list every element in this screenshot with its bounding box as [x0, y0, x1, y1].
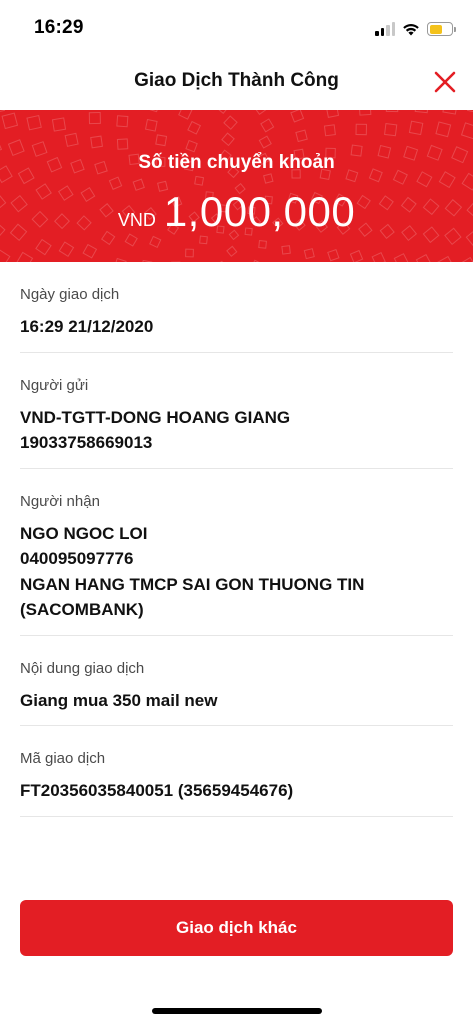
detail-row-recipient: Người nhận NGO NGOC LOI 040095097776 NGA… — [20, 469, 453, 636]
banner-pattern-tile — [187, 120, 202, 135]
banner-pattern-tile — [144, 118, 158, 132]
banner-pattern-tile — [51, 117, 67, 132]
banner-pattern-tile — [253, 110, 269, 116]
close-icon — [434, 71, 456, 93]
banner-pattern-tile — [414, 110, 429, 114]
transfer-amount: VND 1,000,000 — [0, 188, 473, 236]
transaction-id-value: FT20356035840051 (35659454676) — [20, 781, 294, 800]
detail-row-sender: Người gửi VND-TGTT-DONG HOANG GIANG 1903… — [20, 353, 453, 469]
banner-pattern-tile — [26, 114, 42, 131]
banner-pattern-tile — [384, 123, 398, 137]
banner-pattern — [0, 110, 473, 262]
banner-pattern-tile — [223, 115, 238, 130]
banner-pattern-tile — [358, 110, 372, 116]
recipient-name-value: NGO NGOC LOI — [20, 523, 148, 543]
close-button[interactable] — [429, 66, 461, 98]
banner-pattern-tile — [349, 249, 364, 262]
banner-pattern-tile — [0, 110, 6, 114]
banner-pattern-tile — [185, 248, 194, 258]
banner-pattern-tile — [258, 135, 272, 149]
other-transaction-button[interactable]: Giao dịch khác — [20, 900, 453, 956]
banner-pattern-tile — [116, 115, 129, 128]
banner-pattern-tile — [459, 256, 473, 262]
banner-pattern-tile — [88, 111, 101, 125]
wifi-icon — [403, 24, 419, 36]
detail-label: Người nhận — [20, 492, 100, 510]
banner-pattern-tile — [90, 135, 103, 149]
banner-pattern-tile — [415, 253, 432, 262]
banner-pattern-tile — [82, 243, 98, 259]
banner-pattern-tile — [295, 129, 308, 143]
banner-pattern-tile — [149, 235, 162, 249]
banner-pattern-tile — [1, 112, 19, 130]
banner-pattern-tile — [393, 253, 409, 262]
banner-pattern-tile — [327, 248, 340, 262]
status-time: 16:29 — [34, 17, 84, 38]
banner-pattern-tile — [260, 118, 275, 133]
banner-pattern-tile — [178, 110, 193, 120]
banner-pattern-tile — [0, 249, 11, 262]
sender-account-value: 19033758669013 — [20, 433, 153, 452]
banner-pattern-tile — [325, 110, 340, 118]
transaction-success-screen: 16:29 Giao Dịch Thành Công Số tiền chuyể… — [0, 0, 473, 1024]
banner-pattern-tile — [35, 238, 52, 256]
transaction-details: Ngày giao dịch 16:29 21/12/2020 Người gử… — [20, 262, 453, 817]
banner-pattern-tile — [385, 110, 399, 113]
banner-pattern-tile — [371, 252, 386, 262]
banner-pattern-tile — [435, 121, 452, 138]
banner-pattern-tile — [303, 248, 315, 260]
sender-name-value: VND-TGTT-DONG HOANG GIANG — [20, 407, 291, 427]
home-indicator — [152, 1008, 322, 1014]
banner-pattern-tile — [146, 110, 161, 113]
banner-pattern-tile — [258, 240, 267, 249]
amount-banner: Số tiền chuyển khoản VND 1,000,000 — [0, 110, 473, 262]
banner-pattern-tile — [355, 123, 368, 136]
currency-label: VND — [117, 210, 156, 230]
banner-pattern-tile — [466, 110, 473, 114]
signal-icon — [375, 22, 395, 36]
banner-pattern-tile — [214, 110, 231, 115]
banner-pattern-tile — [155, 134, 168, 147]
recipient-account-value: 040095097776 — [20, 549, 134, 568]
transaction-content-value: Giang mua 350 mail new — [20, 690, 218, 710]
banner-pattern-tile — [16, 251, 34, 262]
transaction-date-value: 16:29 21/12/2020 — [20, 317, 154, 336]
banner-pattern-tile — [460, 122, 473, 140]
banner-pattern-tile — [263, 173, 274, 184]
banner-pattern-tile — [226, 245, 238, 257]
banner-pattern-tile — [221, 132, 235, 147]
detail-label: Người gửi — [20, 376, 89, 394]
banner-pattern-tile — [185, 139, 198, 153]
detail-row-date: Ngày giao dịch 16:29 21/12/2020 — [20, 262, 453, 353]
banner-pattern-tile — [58, 241, 75, 257]
header: Giao Dịch Thành Công — [0, 56, 473, 108]
banner-pattern-tile — [281, 245, 291, 255]
detail-row-content: Nội dung giao dịch Giang mua 350 mail ne… — [20, 636, 453, 726]
detail-label: Mã giao dịch — [20, 750, 106, 767]
banner-pattern-tile — [323, 124, 336, 137]
status-bar: 16:29 — [0, 0, 473, 56]
detail-row-transaction-id: Mã giao dịch FT20356035840051 (356594546… — [20, 726, 453, 817]
banner-pattern-tile — [199, 235, 208, 245]
banner-pattern-tile — [64, 132, 79, 147]
recipient-bank-value: NGAN HANG TMCP SAI GON THUONG TIN (SACOM… — [20, 574, 365, 620]
banner-pattern-tile — [194, 175, 205, 186]
banner-pattern-tile — [116, 138, 129, 150]
detail-label: Ngày giao dịch — [20, 286, 120, 303]
banner-pattern-tile — [416, 171, 433, 188]
banner-pattern-tile — [442, 110, 459, 115]
detail-label: Nội dung giao dịch — [20, 659, 145, 677]
banner-pattern-tile — [408, 120, 424, 136]
transfer-amount-label: Số tiền chuyển khoản — [138, 152, 335, 173]
page-title: Giao Dịch Thành Công — [134, 70, 339, 91]
amount-value: 1,000,000 — [163, 188, 356, 235]
banner-pattern-tile — [290, 110, 305, 123]
battery-icon — [427, 22, 456, 36]
banner-pattern-tile — [438, 171, 456, 189]
status-icons — [375, 19, 456, 39]
